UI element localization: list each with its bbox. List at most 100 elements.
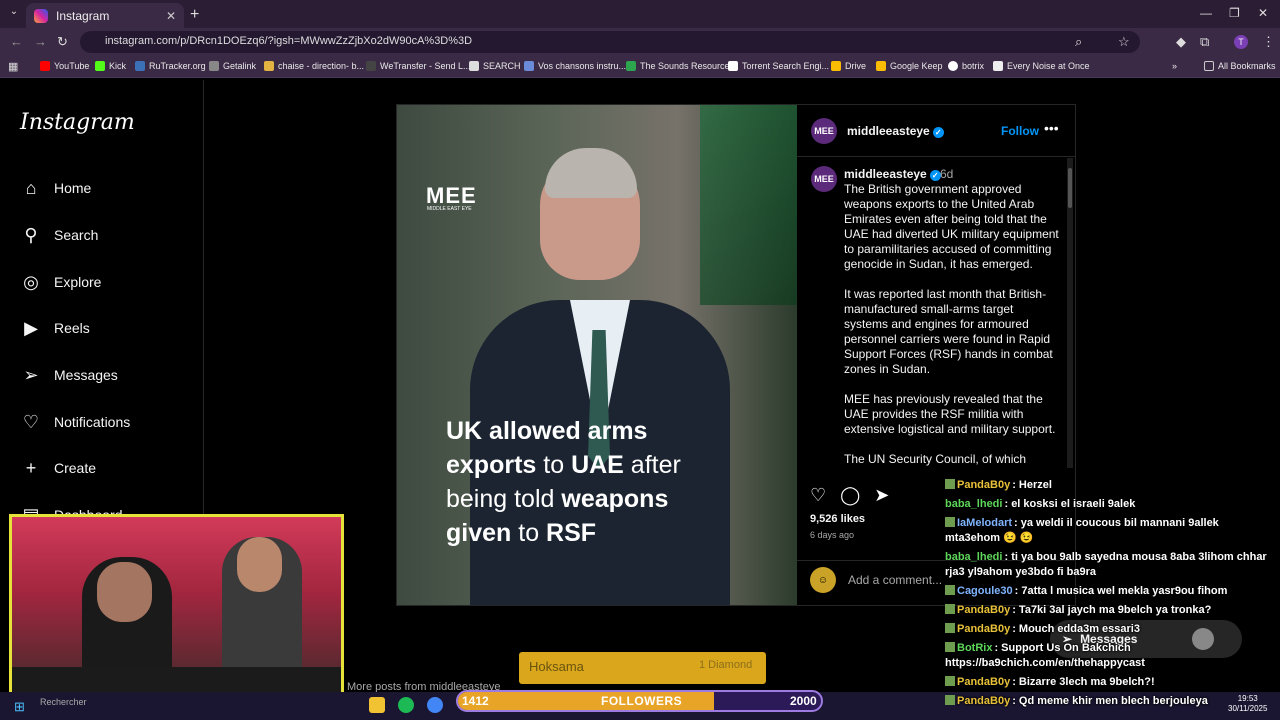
caption-account-name[interactable]: middleeasteye ✓ [844, 167, 941, 181]
close-window-icon[interactable]: ✕ [1258, 6, 1268, 20]
chat-badge-icon [945, 604, 955, 614]
bookmark-star-icon[interactable]: ☆ [1118, 34, 1130, 50]
bookmark-item[interactable]: WeTransfer - Send L... [366, 61, 471, 71]
bookmark-item[interactable]: The Sounds Resource [626, 61, 730, 71]
share-icon[interactable]: ➤ [874, 485, 889, 506]
bookmark-item[interactable]: Getalink [209, 61, 256, 71]
tab-search-chevron-icon[interactable]: ⌄ [6, 6, 22, 22]
chat-user: Cagoule30 [957, 585, 1013, 597]
bookmark-item[interactable]: YouTube [40, 61, 89, 71]
bookmark-item[interactable]: chaise - direction- b... [264, 61, 364, 71]
bookmark-item[interactable]: RuTracker.org [135, 61, 206, 71]
account-avatar[interactable]: MEE [811, 118, 837, 144]
reload-icon[interactable]: ↻ [57, 34, 68, 50]
caption-avatar[interactable]: MEE [811, 166, 837, 192]
chat-message: Cagoule30: 7atta l musica wel mekla yasr… [945, 584, 1275, 599]
restore-icon[interactable]: ❐ [1229, 6, 1240, 20]
browser-menu-icon[interactable]: ⋮ [1262, 34, 1275, 50]
chat-message: PandaB0y: Ta7ki 3al jaych ma 9belch ya t… [945, 603, 1275, 618]
stream-chat: PandaB0y: Herzel baba_lhedi: el kosksi e… [945, 478, 1275, 713]
send-icon: ➢ [23, 364, 39, 385]
browser-tab[interactable]: Instagram ✕ [26, 3, 184, 28]
chat-user: baba_lhedi [945, 551, 1003, 563]
background-flag [700, 105, 797, 305]
minimize-icon[interactable]: — [1200, 6, 1212, 20]
windows-start-icon[interactable]: ⊞ [14, 699, 25, 715]
comment-icon[interactable]: ◯ [840, 485, 860, 506]
like-heart-icon[interactable]: ♡ [810, 485, 826, 506]
profile-avatar[interactable]: T [1234, 35, 1248, 49]
streamer-right-face [237, 537, 282, 592]
search-icon: ⚲ [24, 224, 38, 245]
chat-badge-icon [945, 695, 955, 705]
bookmark-item[interactable]: Drive [831, 61, 866, 71]
apps-grid-icon[interactable]: ▦ [8, 60, 18, 73]
bookmark-item[interactable]: Torrent Search Engi... [728, 61, 829, 71]
verified-badge-icon: ✓ [932, 127, 944, 138]
nav-create[interactable]: + Create [20, 457, 96, 479]
home-icon: ⌂ [25, 177, 37, 198]
extension-icon[interactable]: ◆ [1176, 34, 1186, 50]
chat-text: : Mouch edda3m essari3 [1012, 623, 1140, 635]
taskbar-search[interactable]: Rechercher [40, 697, 87, 707]
streamer-left-face [97, 562, 152, 622]
nav-search[interactable]: ⚲ Search [20, 224, 98, 246]
zoom-icon[interactable]: ⌕ [1075, 34, 1082, 50]
chat-user: PandaB0y [957, 604, 1011, 616]
emoji-icon[interactable]: ☺ [810, 567, 836, 593]
extensions-puzzle-icon[interactable]: ⧉ [1200, 34, 1209, 50]
bookmark-item[interactable]: Google Keep [876, 61, 943, 71]
forward-icon[interactable]: → [34, 34, 47, 49]
address-bar[interactable]: instagram.com/p/DRcn1DOEzq6/?igsh=MWwwZz… [80, 31, 1140, 53]
chat-message: PandaB0y: Herzel [945, 478, 1275, 493]
all-bookmarks[interactable]: All Bookmarks [1204, 61, 1276, 71]
tab-title: Instagram [56, 8, 110, 23]
compass-icon: ◎ [23, 271, 39, 292]
bookmarks-overflow-icon[interactable]: » [1172, 61, 1177, 71]
chat-text: : Herzel [1012, 479, 1052, 491]
chat-text: : Ta7ki 3al jaych ma 9belch ya tronka? [1012, 604, 1212, 616]
reels-icon: ▶ [24, 317, 38, 338]
account-name[interactable]: middleeasteye ✓ [847, 124, 944, 138]
likes-count[interactable]: 9,526 likes [810, 513, 865, 525]
scrollbar-thumb[interactable] [1068, 168, 1072, 208]
bookmark-item[interactable]: SEARCH [469, 61, 521, 71]
bookmark-item[interactable]: botrix [948, 61, 984, 71]
new-tab-icon[interactable]: + [190, 6, 199, 24]
more-options-icon[interactable]: ••• [1044, 120, 1059, 136]
chat-user: PandaB0y [957, 676, 1011, 688]
bookmark-item[interactable]: Every Noise at Once [993, 61, 1090, 71]
followers-label: FOLLOWERS [601, 694, 683, 708]
chat-badge-icon [945, 676, 955, 686]
webcam-overlay [9, 514, 344, 707]
nav-reels[interactable]: ▶ Reels [20, 317, 90, 339]
chat-message: PandaB0y: Bizarre 3lech ma 9belch?! [945, 675, 1275, 690]
bookmark-item[interactable]: Kick [95, 61, 126, 71]
back-icon[interactable]: ← [10, 34, 23, 49]
nav-explore[interactable]: ◎ Explore [20, 271, 101, 293]
follow-button[interactable]: Follow [1001, 124, 1039, 138]
followers-goal: 2000 [790, 694, 817, 708]
plus-icon: + [25, 457, 37, 478]
close-tab-icon[interactable]: ✕ [166, 9, 176, 23]
bookmark-item[interactable]: Vos chansons instru... [524, 61, 626, 71]
chat-user: baba_lhedi [945, 498, 1003, 510]
chat-text: : Qd meme khir men blech berjouleya [1012, 695, 1208, 707]
chat-user: BotRix [957, 642, 993, 654]
nav-home[interactable]: ⌂ Home [20, 177, 92, 199]
nav-notifications[interactable]: ♡ Notifications [20, 411, 130, 433]
chrome-icon[interactable] [427, 697, 443, 713]
file-explorer-icon[interactable] [369, 697, 385, 713]
hoksama-goal-sub: 1 Diamond [699, 659, 753, 671]
chat-badge-icon [945, 585, 955, 595]
nav-messages[interactable]: ➢ Messages [20, 364, 117, 386]
spotify-icon[interactable] [398, 697, 414, 713]
chat-message: BotRix: Support Us On Bakchich https://b… [945, 641, 1275, 671]
mee-logo-subtitle: MIDDLE EAST EYE [427, 206, 472, 212]
instagram-logo[interactable]: Instagram [20, 110, 135, 135]
chat-badge-icon [945, 479, 955, 489]
post-age: 6d [940, 167, 954, 181]
followers-current: 1412 [462, 694, 489, 708]
chat-text: : 7atta l musica wel mekla yasr9ou fihom [1014, 585, 1228, 597]
comment-input[interactable]: Add a comment... [848, 573, 942, 587]
